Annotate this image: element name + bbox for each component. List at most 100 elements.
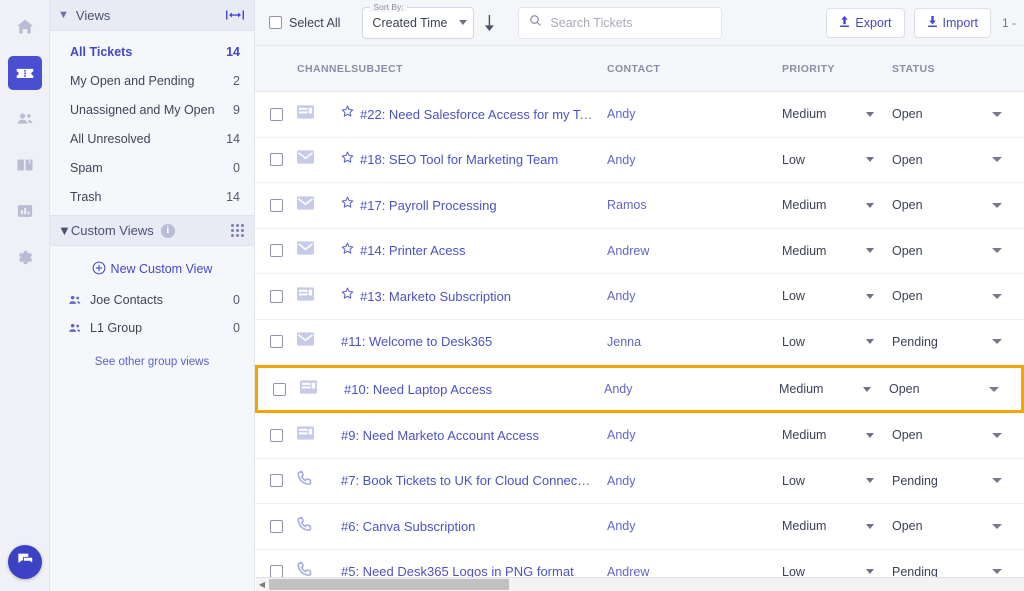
priority-cell[interactable]: Medium [782,428,892,442]
table-row[interactable]: #14: Printer AcessAndrewMediumOpen [255,229,1024,275]
star-icon[interactable] [341,242,354,260]
rail-item-knowledge-base[interactable] [8,148,42,182]
chat-launcher-button[interactable] [8,545,42,579]
subject-link[interactable]: #7: Book Tickets to UK for Cloud Connec… [341,473,590,488]
caret-down-icon[interactable] [992,569,1002,574]
row-select-cell[interactable] [255,244,297,257]
status-cell[interactable]: Pending [892,474,992,488]
row-select-cell[interactable] [255,474,297,487]
contact-link[interactable]: Andy [607,474,636,488]
status-dropdown-toggle[interactable] [989,387,1021,392]
priority-cell[interactable]: Medium [782,198,892,212]
contact-link[interactable]: Jenna [607,335,641,349]
priority-cell[interactable]: Low [782,474,892,488]
contact-link[interactable]: Andy [607,519,636,533]
status-dropdown-toggle[interactable] [992,433,1024,438]
row-select-cell[interactable] [255,153,297,166]
subject-cell[interactable]: #11: Welcome to Desk365 [341,334,607,349]
status-dropdown-toggle[interactable] [992,478,1024,483]
subject-cell[interactable]: #13: Marketo Subscription [341,287,607,305]
row-select-cell[interactable] [255,108,297,121]
horizontal-scrollbar[interactable]: ◀ [256,577,1024,591]
caret-down-icon[interactable] [866,478,874,483]
table-row[interactable]: #17: Payroll ProcessingRamosMediumOpen [255,183,1024,229]
caret-down-icon[interactable] [992,112,1002,117]
contact-cell[interactable]: Andrew [607,242,782,260]
table-row[interactable]: #7: Book Tickets to UK for Cloud Connec…… [255,459,1024,505]
status-dropdown-toggle[interactable] [992,524,1024,529]
rail-item-reports[interactable] [8,194,42,228]
caret-down-icon[interactable] [992,203,1002,208]
contact-link[interactable]: Andy [604,382,633,396]
star-icon[interactable] [341,196,354,214]
sidebar-item-my-open-and-pending[interactable]: My Open and Pending 2 [50,66,254,95]
table-row[interactable]: #9: Need Marketo Account AccessAndyMediu… [255,413,1024,459]
chevron-down-icon[interactable]: ▼ [58,223,71,238]
contact-cell[interactable]: Jenna [607,333,782,351]
subject-link[interactable]: #22: Need Salesforce Access for my Team [360,107,597,122]
sidebar-item-joe-contacts[interactable]: Joe Contacts 0 [50,286,254,314]
contact-cell[interactable]: Andy [604,380,779,398]
status-dropdown-toggle[interactable] [992,112,1024,117]
row-select-cell[interactable] [255,335,297,348]
contact-link[interactable]: Ramos [607,198,647,212]
contact-cell[interactable]: Andy [607,151,782,169]
contact-link[interactable]: Andrew [607,244,649,258]
caret-down-icon[interactable] [866,112,874,117]
subject-cell[interactable]: #18: SEO Tool for Marketing Team [341,151,607,169]
contact-cell[interactable]: Andy [607,105,782,123]
table-row[interactable]: #13: Marketo Subscription Andy LowOpen [255,274,1024,320]
subject-link[interactable]: #13: Marketo Subscription [360,289,511,304]
contact-link[interactable]: Andy [607,289,636,303]
caret-down-icon[interactable] [866,433,874,438]
sidebar-item-spam[interactable]: Spam 0 [50,153,254,182]
info-icon[interactable]: i [161,224,175,238]
caret-down-icon[interactable] [866,524,874,529]
contact-cell[interactable]: Andy [607,287,782,305]
caret-down-icon[interactable] [866,157,874,162]
sidebar-item-all-tickets[interactable]: All Tickets 14 [50,37,254,66]
caret-down-icon[interactable] [989,387,999,392]
caret-down-icon[interactable] [992,157,1002,162]
sidebar-item-trash[interactable]: Trash 14 [50,182,254,211]
row-checkbox[interactable] [270,290,283,303]
status-dropdown-toggle[interactable] [992,157,1024,162]
row-select-cell[interactable] [255,199,297,212]
table-row[interactable]: #10: Need Laptop AccessAndyMediumOpen [255,365,1024,413]
contact-link[interactable]: Andy [607,107,636,121]
sort-direction-button[interactable] [483,14,496,32]
subject-link[interactable]: #17: Payroll Processing [360,198,497,213]
sidebar-item-all-unresolved[interactable]: All Unresolved 14 [50,124,254,153]
priority-cell[interactable]: Medium [779,382,889,396]
subject-cell[interactable]: #7: Book Tickets to UK for Cloud Connec… [341,473,607,488]
caret-down-icon[interactable] [866,203,874,208]
priority-cell[interactable]: Low [782,289,892,303]
custom-views-section-header[interactable]: ▼ Custom Views i [50,215,254,246]
status-cell[interactable]: Open [892,519,992,533]
status-cell[interactable]: Open [892,244,992,258]
caret-down-icon[interactable] [866,569,874,574]
chevron-down-icon[interactable]: ▼ [58,10,69,21]
subject-link[interactable]: #9: Need Marketo Account Access [341,428,539,443]
status-cell[interactable]: Open [889,382,989,396]
priority-cell[interactable]: Medium [782,107,892,121]
caret-down-icon[interactable] [992,294,1002,299]
status-dropdown-toggle[interactable] [992,294,1024,299]
table-row[interactable]: #6: Canva SubscriptionAndyMediumOpen [255,504,1024,550]
caret-down-icon[interactable] [866,248,874,253]
star-icon[interactable] [341,287,354,305]
subject-link[interactable]: #11: Welcome to Desk365 [341,334,492,349]
subject-link[interactable]: #14: Printer Acess [360,243,466,258]
row-select-cell[interactable] [255,520,297,533]
contact-link[interactable]: Andy [607,153,636,167]
sidebar-item-l1-group[interactable]: L1 Group 0 [50,314,254,342]
contact-cell[interactable]: Andy [607,472,782,490]
row-checkbox[interactable] [273,383,286,396]
caret-down-icon[interactable] [992,433,1002,438]
row-select-cell[interactable] [255,429,297,442]
subject-cell[interactable]: #22: Need Salesforce Access for my Team [341,105,607,123]
new-custom-view-button[interactable]: New Custom View [50,252,254,286]
row-checkbox[interactable] [270,474,283,487]
row-checkbox[interactable] [270,153,283,166]
status-cell[interactable]: Open [892,289,992,303]
